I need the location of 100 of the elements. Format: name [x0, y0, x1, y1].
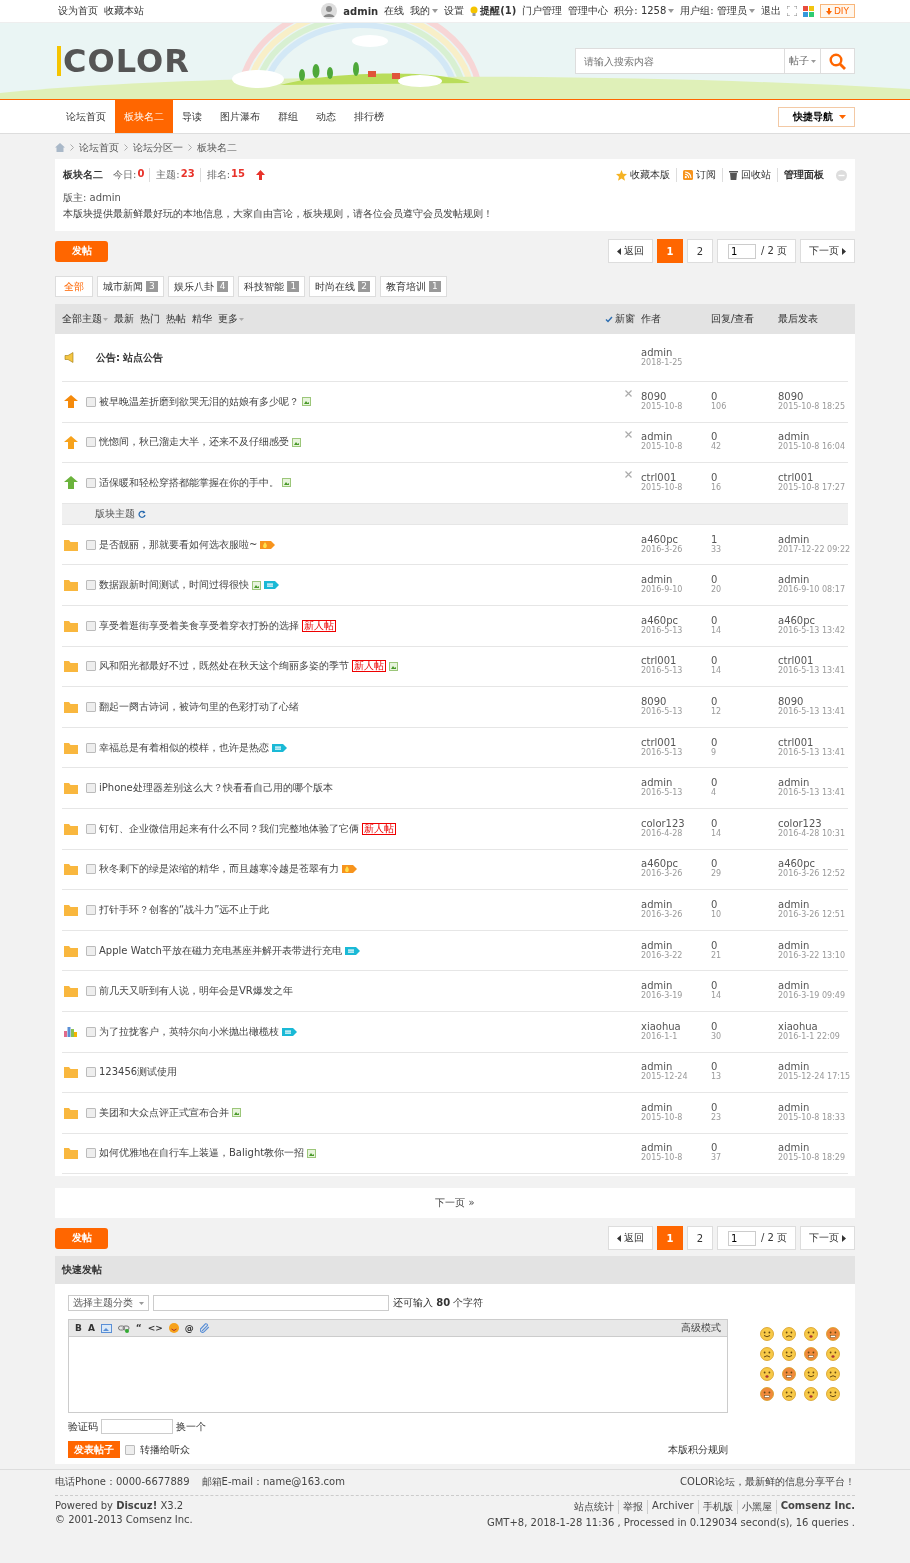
author-link[interactable]: ctrl001 — [641, 473, 711, 483]
last-poster-link[interactable]: color123 — [778, 818, 848, 829]
emoticon-icon[interactable] — [760, 1387, 774, 1402]
nav-tab[interactable]: 群组 — [269, 100, 307, 133]
recycle-bin-link[interactable]: 回收站 — [729, 168, 778, 182]
search-scope-select[interactable]: 帖子 — [785, 48, 821, 74]
thread-title-link[interactable]: 美团和大众点评正式宣布合并 — [99, 1105, 229, 1120]
emoticon-icon[interactable] — [760, 1327, 774, 1342]
thread-checkbox[interactable] — [86, 1107, 96, 1118]
captcha-refresh-link[interactable]: 换一个 — [176, 1419, 206, 1434]
footer-link[interactable]: Archiver — [647, 1500, 698, 1515]
thread-checkbox[interactable] — [86, 396, 96, 407]
footer-link[interactable]: 站点统计 — [570, 1500, 619, 1515]
thread-checkbox[interactable] — [86, 701, 96, 712]
nav-tab[interactable]: 图片瀑布 — [211, 100, 269, 133]
author-link[interactable]: ctrl001 — [641, 656, 711, 667]
last-poster-link[interactable]: a460pc — [778, 615, 848, 626]
editor-tool-button[interactable]: B — [75, 1323, 82, 1334]
thread-title-link[interactable]: 享受着逛街享受着美食享受着穿衣打扮的选择 — [99, 618, 299, 633]
page-link[interactable]: 2 — [686, 239, 713, 263]
author-link[interactable]: admin — [641, 432, 711, 443]
thread-title-link[interactable]: 前几天又听到有人说，明年会是VR爆发之年 — [99, 984, 293, 999]
title-field[interactable] — [153, 1295, 389, 1312]
announcement-link[interactable]: 公告: 站点公告 — [86, 350, 164, 365]
emoticon-icon[interactable] — [760, 1367, 774, 1382]
author-link[interactable]: admin — [641, 899, 711, 910]
nav-tab[interactable]: 排行榜 — [345, 100, 393, 133]
back-button[interactable]: 返回 — [607, 239, 653, 263]
top-menu-link[interactable]: 退出 — [760, 4, 781, 18]
thread-checkbox[interactable] — [86, 904, 96, 915]
emoticon-icon[interactable] — [782, 1387, 796, 1402]
quick-nav-button[interactable]: 快捷导航 — [778, 106, 855, 127]
close-icon[interactable] — [624, 471, 632, 479]
top-menu-link[interactable]: 设置 — [444, 4, 465, 18]
thread-filter-link[interactable]: 精华 — [192, 312, 212, 326]
nav-tab[interactable]: 论坛首页 — [57, 100, 115, 133]
manage-panel-link[interactable]: 管理面板 — [784, 168, 830, 182]
thread-filter-link[interactable]: 全部主题 — [62, 312, 108, 326]
thread-title-link[interactable]: 为了拉拢客户，英特尔向小米抛出橄榄枝 — [99, 1024, 279, 1039]
color-grid-icon[interactable] — [802, 5, 814, 17]
category-select[interactable]: 选择主题分类 — [68, 1295, 149, 1312]
paperclip-icon[interactable] — [199, 1323, 210, 1334]
avatar-icon[interactable] — [321, 3, 338, 19]
refresh-icon[interactable] — [138, 509, 146, 518]
emoticon-icon[interactable] — [782, 1327, 796, 1342]
emoticon-icon[interactable] — [826, 1347, 840, 1362]
thread-title-link[interactable]: Apple Watch平放在磁力充电基座并解开表带进行充电 — [99, 943, 342, 958]
author-link[interactable]: color123 — [641, 818, 711, 829]
thread-title-link[interactable]: 恍惚间，秋已溜走大半，还来不及仔细感受 — [99, 435, 289, 450]
author-link[interactable]: admin — [641, 575, 711, 586]
thread-checkbox[interactable] — [86, 945, 96, 956]
footer-link[interactable]: Comsenz Inc. — [775, 1500, 855, 1515]
last-poster-link[interactable]: admin — [778, 940, 848, 951]
thread-title-link[interactable]: 123456测试使用 — [99, 1065, 178, 1080]
broadcast-checkbox[interactable] — [125, 1444, 135, 1455]
category-tab[interactable]: 科技智能 1 — [238, 276, 306, 297]
last-poster-link[interactable]: a460pc — [778, 859, 848, 870]
editor-tool-button[interactable]: @ — [184, 1323, 194, 1334]
next-page-button[interactable]: 下一页 — [800, 239, 855, 263]
author-link[interactable]: admin — [641, 1102, 711, 1113]
username-link[interactable]: admin — [343, 5, 379, 17]
author-link[interactable]: a460pc — [641, 615, 711, 626]
emoticon-icon[interactable] — [804, 1367, 818, 1382]
search-field[interactable]: 请输入搜索内容 — [575, 48, 785, 74]
category-tab[interactable]: 娱乐八卦 4 — [167, 276, 235, 297]
nav-tab[interactable]: 动态 — [307, 100, 345, 133]
thread-title-link[interactable]: 被早晚温差折磨到欲哭无泪的姑娘有多少呢？ — [99, 394, 299, 409]
author-link[interactable]: a460pc — [641, 859, 711, 870]
last-poster-link[interactable]: admin — [778, 432, 848, 443]
thread-checkbox[interactable] — [86, 864, 96, 875]
top-menu-link[interactable]: 管理中心 — [568, 4, 609, 18]
last-poster-link[interactable]: 8090 — [778, 391, 848, 402]
author-link[interactable]: 8090 — [641, 391, 711, 402]
favorite-link[interactable]: 收藏本版 — [616, 168, 677, 182]
author-link[interactable]: admin — [641, 940, 711, 951]
thread-title-link[interactable]: 翻起一阕古诗词，被诗句里的色彩打动了心绪 — [99, 699, 299, 714]
top-menu-link[interactable]: 在线 — [384, 4, 405, 18]
search-button[interactable] — [821, 48, 855, 74]
emoticon-icon[interactable] — [804, 1327, 818, 1342]
last-poster-link[interactable]: admin — [778, 778, 848, 789]
last-poster-link[interactable]: ctrl001 — [778, 473, 848, 483]
thread-checkbox[interactable] — [86, 742, 96, 753]
thread-checkbox[interactable] — [86, 539, 96, 550]
last-poster-link[interactable]: admin — [778, 1102, 848, 1113]
top-menu-dropdown[interactable]: 用户组: 管理员 — [680, 4, 755, 18]
subscribe-link[interactable]: 订阅 — [683, 168, 723, 182]
emoticon-icon[interactable] — [826, 1387, 840, 1402]
thread-filter-link[interactable]: 热帖 — [166, 312, 186, 326]
author-link[interactable]: a460pc — [641, 534, 711, 545]
page-number-field[interactable]: 1 — [727, 243, 756, 259]
breadcrumb-link[interactable]: 论坛首页 — [79, 140, 119, 155]
thread-title-link[interactable]: 数据跟新时间测试，时间过得很快 — [99, 578, 249, 593]
back-button[interactable]: 返回 — [607, 1226, 653, 1251]
last-poster-link[interactable]: admin — [778, 1143, 848, 1154]
author-link[interactable]: admin — [641, 778, 711, 789]
advanced-mode-link[interactable]: 高级模式 — [681, 1321, 721, 1336]
last-poster-link[interactable]: admin — [778, 899, 848, 910]
next-page-link[interactable]: 下一页 » — [55, 1188, 855, 1219]
site-logo[interactable]: COLOR — [57, 46, 190, 76]
top-link[interactable]: 设为首页 — [58, 4, 98, 18]
